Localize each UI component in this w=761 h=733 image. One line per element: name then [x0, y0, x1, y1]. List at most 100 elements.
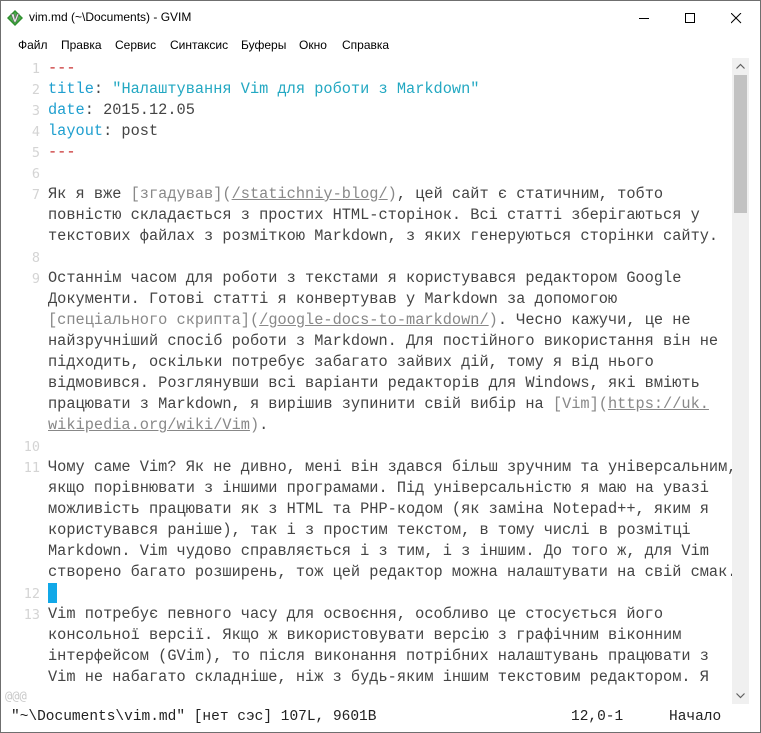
- close-button[interactable]: [713, 1, 759, 35]
- chevron-down-icon: [736, 693, 745, 699]
- line-number: [10, 373, 40, 394]
- editor-line[interactable]: [спеціального скрипта](/google-docs-to-m…: [10, 310, 732, 331]
- line-number: [10, 520, 40, 541]
- line-number: 11: [23, 460, 40, 476]
- editor-line[interactable]: 2 title: "Налаштування Vim для роботи з M…: [10, 79, 732, 100]
- menu-file[interactable]: Файл: [18, 38, 48, 52]
- line-number: [10, 352, 40, 373]
- editor-line[interactable]: працювати з Markdown, я вирішив зупинити…: [10, 394, 732, 415]
- menu-window[interactable]: Окно: [299, 38, 327, 52]
- menu-edit[interactable]: Правка: [61, 38, 102, 52]
- text-segment: ---: [48, 143, 76, 161]
- editor-line[interactable]: користувався раніше), так і з простим те…: [10, 520, 732, 541]
- editor-line[interactable]: відмовився. Розглянувши всі варіанти ред…: [10, 373, 732, 394]
- editor-line[interactable]: якщо порівнювати з іншими програмами. Пі…: [10, 478, 732, 499]
- text-segment: ---: [48, 59, 76, 77]
- title-bar[interactable]: vim.md (~\Documents) - GVIM: [1, 1, 760, 35]
- text-segment: layout: [48, 122, 104, 140]
- overflow-marker: @@@: [5, 689, 27, 703]
- line-number: [10, 415, 40, 436]
- editor-line[interactable]: wikipedia.org/wiki/Vim).: [10, 415, 732, 436]
- line-text: date: 2015.12.05: [48, 100, 195, 121]
- editor-line[interactable]: підходить, оскільки потребує забагато за…: [10, 352, 732, 373]
- line-number: 10: [23, 439, 40, 455]
- text-segment: відмовився. Розглянувши всі варіанти ред…: [48, 374, 700, 392]
- editor-line[interactable]: 12: [10, 583, 732, 604]
- editor-line[interactable]: 3 date: 2015.12.05: [10, 100, 732, 121]
- minimize-icon: [639, 18, 649, 19]
- line-number: 12: [23, 586, 40, 602]
- text-segment: [згадував]: [130, 185, 223, 203]
- minimize-button[interactable]: [621, 1, 667, 35]
- line-text: Як я вже [згадував](/statichniy-blog/), …: [48, 184, 663, 205]
- line-number: 6: [31, 166, 40, 182]
- editor-line[interactable]: 1 ---: [10, 58, 732, 79]
- maximize-button[interactable]: [667, 1, 713, 35]
- vim-icon: [7, 10, 23, 26]
- text-segment: . Чесно кажучи, це не: [497, 311, 691, 329]
- editor-line[interactable]: 5 ---: [10, 142, 732, 163]
- line-number: 7: [31, 187, 40, 203]
- editor-line[interactable]: повністю складається з простих HTML-стор…: [10, 205, 732, 226]
- menu-syntax[interactable]: Синтаксис: [170, 38, 228, 52]
- text-editor-area[interactable]: 1 --- 2 title: "Налаштування Vim для роботи…: [10, 58, 732, 705]
- line-text: title: "Налаштування Vim для роботи з Ma…: [48, 79, 479, 100]
- scroll-down-button[interactable]: [732, 687, 749, 704]
- text-segment: date: [48, 101, 85, 119]
- line-text: повністю складається з простих HTML-стор…: [48, 205, 700, 226]
- text-segment: текстових файлах з розміткою Markdown, з…: [48, 227, 719, 245]
- editor-line[interactable]: 10: [10, 436, 732, 457]
- line-number: [10, 289, 40, 310]
- line-number: [10, 625, 40, 646]
- text-segment: ): [249, 416, 260, 434]
- editor-line[interactable]: Markdown. Vim чудово справляється і з ти…: [10, 541, 732, 562]
- line-text: користувався раніше), так і з простим те…: [48, 520, 691, 541]
- menu-buffers[interactable]: Буферы: [241, 38, 286, 52]
- line-number: [10, 667, 40, 688]
- text-segment: .: [259, 416, 269, 434]
- editor-line[interactable]: 7 Як я вже [згадував](/statichniy-blog/),…: [10, 184, 732, 205]
- editor-line[interactable]: 11 Чому саме Vim? Як не дивно, мені він з…: [10, 457, 732, 478]
- editor-line[interactable]: створено багато розширень, тож цей редак…: [10, 562, 732, 583]
- line-number: [10, 646, 40, 667]
- line-text: Markdown. Vim чудово справляється і з ти…: [48, 541, 709, 562]
- editor-line[interactable]: інтерфейсом (GVim), то після виконання п…: [10, 646, 732, 667]
- editor-line[interactable]: можливість працювати як з HTML та PHP-ко…: [10, 499, 732, 520]
- editor-line[interactable]: 6: [10, 163, 732, 184]
- editor-line[interactable]: 13 Vim потребує певного часу для освоєння…: [10, 604, 732, 625]
- editor-line[interactable]: найзручніший спосіб роботи з Markdown. Д…: [10, 331, 732, 352]
- text-segment: [Vim]: [552, 395, 599, 413]
- scroll-position: Начало: [669, 709, 722, 725]
- line-text: ---: [48, 58, 76, 79]
- editor-line[interactable]: текстових файлах з розміткою Markdown, з…: [10, 226, 732, 247]
- line-text: створено багато розширень, тож цей редак…: [48, 562, 732, 583]
- editor-line[interactable]: 4 layout: post: [10, 121, 732, 142]
- line-number: [10, 394, 40, 415]
- line-text: wikipedia.org/wiki/Vim).: [48, 415, 268, 436]
- text-segment: :: [93, 80, 113, 98]
- text-segment: повністю складається з простих HTML-стор…: [48, 206, 700, 224]
- text-segment: Vim потребує певного часу для освоєння, …: [48, 605, 664, 623]
- scrollbar-thumb[interactable]: [734, 75, 747, 213]
- text-segment: Vim не набагато складніше, ніж з будь-як…: [48, 668, 709, 686]
- scroll-up-button[interactable]: [732, 58, 749, 75]
- text-segment: створено багато розширень, тож цей редак…: [48, 563, 732, 581]
- line-number: 1: [31, 61, 40, 77]
- line-number: [10, 310, 40, 331]
- menu-help[interactable]: Справка: [342, 38, 389, 52]
- menu-tools[interactable]: Сервис: [115, 38, 156, 52]
- line-number: [10, 226, 40, 247]
- editor-line[interactable]: 8: [10, 247, 732, 268]
- line-number: [10, 499, 40, 520]
- vertical-scrollbar[interactable]: [732, 58, 749, 704]
- editor-line[interactable]: 9 Останнім часом для роботи з текстами я …: [10, 268, 732, 289]
- line-text: якщо порівнювати з іншими програмами. Пі…: [48, 478, 709, 499]
- editor-line[interactable]: Документи. Готові статті я конвертував у…: [10, 289, 732, 310]
- editor-line[interactable]: Vim не набагато складніше, ніж з будь-як…: [10, 667, 732, 688]
- text-segment: (: [598, 395, 608, 413]
- text-segment: https://uk.: [607, 395, 709, 413]
- text-segment: можливість працювати як з HTML та PHP-ко…: [48, 500, 709, 518]
- text-segment: wikipedia.org/wiki/Vim: [48, 416, 250, 434]
- line-number: 5: [31, 145, 40, 161]
- editor-line[interactable]: консольної версії. Якщо ж використовуват…: [10, 625, 732, 646]
